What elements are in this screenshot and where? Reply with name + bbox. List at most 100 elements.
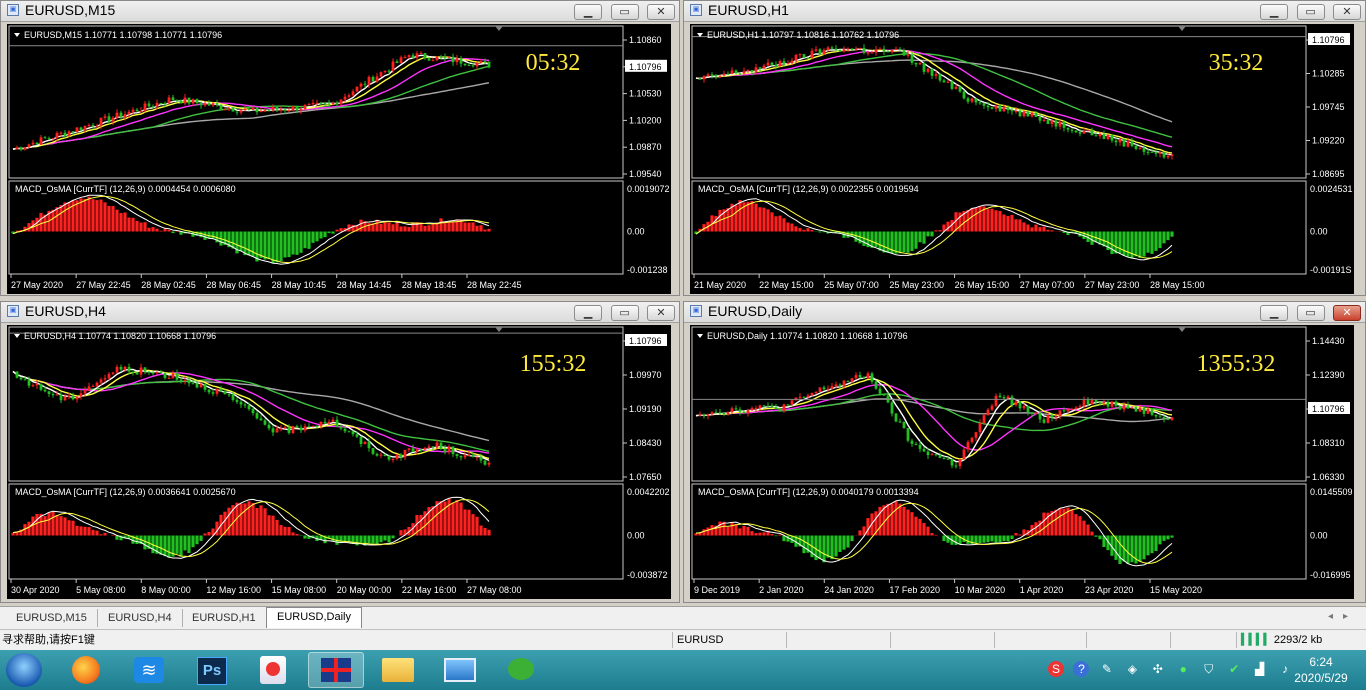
- title-bar[interactable]: ▣ EURUSD,H1 ▁ ▭ ✕: [684, 1, 1365, 22]
- osma-histogram-bar: [63, 202, 67, 232]
- title-bar[interactable]: ▣ EURUSD,H4 ▁ ▭ ✕: [1, 302, 679, 323]
- osma-histogram-bar: [71, 199, 75, 232]
- osma-histogram-bar: [1018, 534, 1022, 536]
- price-label: 1.07650: [629, 472, 662, 482]
- photo-viewer-icon[interactable]: [432, 652, 488, 688]
- osma-histogram-bar: [27, 521, 31, 536]
- photoshop-icon[interactable]: Ps: [184, 652, 240, 688]
- tab-h4[interactable]: EURUSD,H4: [98, 609, 183, 627]
- candle-body: [1150, 151, 1154, 153]
- candle-body: [978, 423, 982, 433]
- chart-area[interactable]: EURUSD,H1 1.10797 1.10816 1.10762 1.1079…: [690, 24, 1354, 294]
- chart-svg[interactable]: EURUSD,H4 1.10774 1.10820 1.10668 1.1079…: [7, 325, 671, 599]
- candle-body: [299, 427, 303, 431]
- maximize-button[interactable]: ▭: [610, 305, 639, 321]
- settings-icon[interactable]: ✣: [1150, 661, 1166, 677]
- candle-body: [1086, 130, 1090, 132]
- minimize-button[interactable]: ▁: [1260, 305, 1289, 321]
- folder-icon[interactable]: [370, 652, 426, 688]
- maximize-button[interactable]: ▭: [1296, 305, 1325, 321]
- osma-histogram-bar: [1142, 231, 1146, 257]
- wechat-icon[interactable]: [494, 652, 550, 688]
- candle-body: [187, 97, 191, 104]
- candle-body: [155, 371, 159, 374]
- osma-histogram-bar: [463, 222, 467, 232]
- candle-body: [698, 78, 702, 80]
- chart-svg[interactable]: EURUSD,H1 1.10797 1.10816 1.10762 1.1079…: [690, 24, 1354, 294]
- network-signal-icon[interactable]: ▟: [1252, 661, 1268, 677]
- minimize-button[interactable]: ▁: [574, 4, 603, 20]
- candle-body: [383, 70, 387, 73]
- minimize-button[interactable]: ▁: [1260, 4, 1289, 20]
- osma-histogram-bar: [243, 231, 247, 256]
- candle-body: [1162, 152, 1166, 158]
- time-label: 2 Jan 2020: [759, 585, 804, 595]
- wechat-tray-icon[interactable]: ●: [1175, 661, 1191, 677]
- minimize-button[interactable]: ▁: [574, 305, 603, 321]
- tab-h1[interactable]: EURUSD,H1: [182, 609, 267, 627]
- shield-icon[interactable]: ⛉: [1201, 661, 1217, 677]
- title-bar[interactable]: ▣ EURUSD,Daily ▁ ▭ ✕: [684, 302, 1365, 323]
- chart-window-h4[interactable]: ▣ EURUSD,H4 ▁ ▭ ✕ EURUSD,H4 1.10774 1.10…: [0, 301, 680, 603]
- chart-svg[interactable]: EURUSD,Daily 1.10774 1.10820 1.10668 1.1…: [690, 325, 1354, 599]
- osma-histogram-bar: [439, 501, 443, 536]
- start-orb[interactable]: [6, 653, 42, 687]
- help-icon[interactable]: ?: [1073, 661, 1090, 677]
- title-bar[interactable]: ▣ EURUSD,M15 ▁ ▭ ✕: [1, 1, 679, 22]
- chart-svg[interactable]: EURUSD,M15 1.10771 1.10798 1.10771 1.107…: [7, 24, 671, 294]
- candle-body: [339, 99, 343, 105]
- candle-body: [307, 426, 311, 428]
- firefox-icon[interactable]: [60, 652, 116, 688]
- close-button[interactable]: ✕: [647, 4, 675, 20]
- osma-histogram-bar: [910, 512, 914, 536]
- osma-histogram-bar: [395, 222, 399, 232]
- tab-m15[interactable]: EURUSD,M15: [6, 609, 98, 627]
- indicator-header: MACD_OsMA [CurrTF] (12,26,9) 0.0022355 0…: [698, 184, 919, 194]
- tab-scroll-arrows[interactable]: ◂▸: [1328, 611, 1358, 622]
- paint-icon[interactable]: [246, 652, 302, 688]
- system-clock[interactable]: 6:24 2020/5/29: [1290, 654, 1352, 686]
- candle-body: [914, 443, 918, 445]
- chart-area[interactable]: EURUSD,Daily 1.10774 1.10820 1.10668 1.1…: [690, 325, 1354, 599]
- osma-histogram-bar: [906, 509, 910, 536]
- candle-body: [279, 428, 283, 430]
- osma-histogram-bar: [179, 535, 183, 557]
- candle-body: [782, 61, 786, 64]
- chart-window-h1[interactable]: ▣ EURUSD,H1 ▁ ▭ ✕ EURUSD,H1 1.10797 1.10…: [683, 0, 1366, 296]
- close-button[interactable]: ✕: [1333, 305, 1361, 321]
- osma-histogram-bar: [443, 223, 447, 232]
- osma-histogram-bar: [870, 231, 874, 248]
- close-button[interactable]: ✕: [1333, 4, 1361, 20]
- close-button[interactable]: ✕: [647, 305, 675, 321]
- maximize-button[interactable]: ▭: [1296, 4, 1325, 20]
- maximize-button[interactable]: ▭: [610, 4, 639, 20]
- candle-body: [55, 132, 59, 139]
- osma-histogram-bar: [1102, 231, 1106, 247]
- candle-body: [371, 448, 375, 454]
- pen-icon[interactable]: ✎: [1099, 661, 1115, 677]
- chart-window-daily[interactable]: ▣ EURUSD,Daily ▁ ▭ ✕ EURUSD,Daily 1.1077…: [683, 301, 1366, 603]
- candle-body: [866, 52, 870, 54]
- osma-histogram-bar: [359, 535, 363, 543]
- price-label: 1.08310: [1312, 438, 1345, 448]
- candle-body: [279, 109, 283, 111]
- osma-histogram-bar: [475, 225, 479, 232]
- metatrader-icon[interactable]: [308, 652, 364, 688]
- profile-name: EURUSD: [672, 632, 783, 648]
- osma-histogram-bar: [303, 231, 307, 249]
- chart-area[interactable]: EURUSD,M15 1.10771 1.10798 1.10771 1.107…: [7, 24, 671, 294]
- mindmap-app-icon[interactable]: ≋: [122, 652, 178, 688]
- candle-body: [1058, 410, 1062, 417]
- security-icon[interactable]: ✔: [1226, 661, 1242, 677]
- chart-window-m15[interactable]: ▣ EURUSD,M15 ▁ ▭ ✕ EURUSD,M15 1.10771 1.…: [0, 0, 680, 296]
- dropdown-triangle-icon: [14, 33, 20, 37]
- chart-area[interactable]: EURUSD,H4 1.10774 1.10820 1.10668 1.1079…: [7, 325, 671, 599]
- osma-histogram-bar: [1042, 226, 1046, 232]
- osma-histogram-bar: [267, 515, 271, 536]
- tab-daily[interactable]: EURUSD,Daily: [266, 607, 362, 628]
- osma-histogram-bar: [694, 533, 698, 536]
- indicator-scale-label: 0.00: [627, 531, 645, 541]
- network-box-icon[interactable]: ◈: [1124, 661, 1140, 677]
- sogou-ime-icon[interactable]: S: [1048, 661, 1064, 677]
- candle-body: [1146, 151, 1150, 153]
